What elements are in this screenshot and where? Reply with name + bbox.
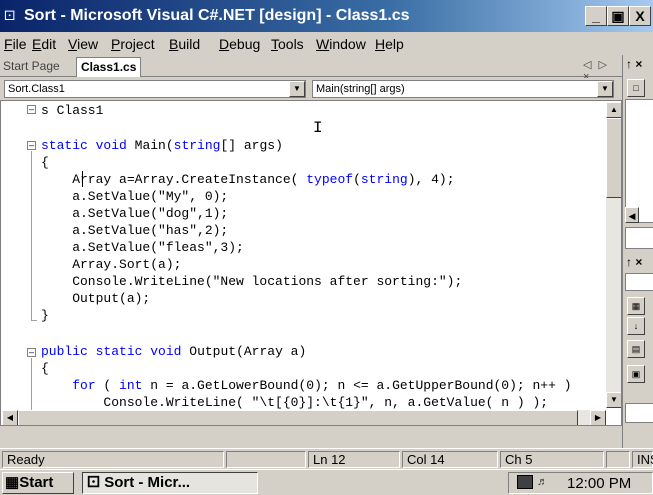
minimize-button[interactable]: _ bbox=[585, 6, 607, 26]
menu-debug[interactable]: Debug bbox=[219, 36, 260, 52]
document-tabs: Start Page Class1.cs ◁ ▷ × bbox=[0, 55, 622, 83]
code-line: a.SetValue("My", 0); bbox=[41, 189, 229, 204]
code-line: a.SetValue("fleas",3); bbox=[41, 240, 244, 255]
menu-file[interactable]: File bbox=[4, 36, 27, 52]
tool-window-pane: ↑ × □ ◀ ↑ × ▦ ↓ ▤ ▣ bbox=[622, 55, 653, 448]
text-caret bbox=[82, 171, 83, 187]
pin-close-buttons[interactable]: ↑ × bbox=[626, 57, 642, 71]
scroll-left-button[interactable]: ◀ bbox=[2, 410, 18, 425]
clock[interactable]: 12:00 PM bbox=[567, 475, 631, 492]
horizontal-scroll-thumb[interactable] bbox=[18, 410, 578, 425]
code-line: } bbox=[41, 308, 49, 323]
navigation-bar: Sort.Class1 ▼ Main(string[] args) ▼ bbox=[0, 78, 622, 100]
code-line: a.SetValue("dog",1); bbox=[41, 206, 229, 221]
class-dropdown-value: Sort.Class1 bbox=[8, 83, 65, 95]
code-line: { bbox=[41, 361, 49, 376]
scroll-up-button[interactable]: ▲ bbox=[606, 102, 621, 118]
status-char: Ch 5 bbox=[500, 451, 604, 468]
class-dropdown[interactable]: Sort.Class1 ▼ bbox=[4, 80, 306, 98]
status-mode: INS bbox=[632, 451, 653, 468]
menu-window[interactable]: Window bbox=[316, 36, 366, 52]
system-tray: ♬ 12:00 PM bbox=[508, 472, 653, 494]
code-line: Console.WriteLine("New locations after s… bbox=[41, 274, 463, 289]
vertical-scroll-thumb[interactable] bbox=[606, 118, 621, 198]
window-title: Sort - Microsoft Visual C#.NET [design] … bbox=[24, 7, 410, 24]
status-bar: Ready Ln 12 Col 14 Ch 5 INS bbox=[0, 448, 653, 468]
code-line: Output(a); bbox=[41, 291, 151, 306]
vertical-scrollbar[interactable]: ▲ ▼ bbox=[606, 102, 621, 408]
start-label: Start bbox=[19, 474, 54, 491]
code-line: public static void Output(Array a) bbox=[41, 344, 307, 359]
status-blank bbox=[606, 451, 630, 468]
menu-view[interactable]: View bbox=[68, 36, 98, 52]
toolbar-icon[interactable]: □ bbox=[627, 79, 645, 97]
member-dropdown-value: Main(string[] args) bbox=[316, 83, 405, 95]
horizontal-scrollbar[interactable]: ◀ ▶ bbox=[2, 410, 606, 425]
properties-grid[interactable] bbox=[625, 403, 653, 423]
scroll-down-button[interactable]: ▼ bbox=[606, 392, 621, 408]
status-line: Ln 12 bbox=[308, 451, 400, 468]
app-icon: ⚀ bbox=[4, 8, 16, 23]
code-line: for ( int n = a.GetLowerBound(0); n <= a… bbox=[72, 378, 572, 393]
title-bar: ⚀ Sort - Microsoft Visual C#.NET [design… bbox=[0, 0, 653, 32]
status-column: Col 14 bbox=[402, 451, 498, 468]
code-line: Array.Sort(a); bbox=[41, 257, 182, 272]
network-icon[interactable] bbox=[517, 475, 533, 489]
chevron-down-icon[interactable]: ▼ bbox=[289, 81, 305, 97]
menu-tools[interactable]: Tools bbox=[271, 36, 304, 52]
collapse-icon[interactable]: – bbox=[27, 105, 36, 114]
code-line: s Class1 bbox=[41, 103, 104, 118]
status-text: Ready bbox=[2, 451, 224, 468]
solution-explorer-tree[interactable] bbox=[625, 99, 653, 223]
menu-build[interactable]: Build bbox=[169, 36, 200, 52]
collapse-icon[interactable]: – bbox=[27, 141, 36, 150]
tab-start-page[interactable]: Start Page bbox=[3, 59, 60, 73]
properties-dropdown[interactable] bbox=[625, 273, 653, 291]
code-line: Array a=Array.CreateInstance( typeof(str… bbox=[41, 172, 455, 187]
alphabetical-icon[interactable]: ↓ bbox=[627, 317, 645, 335]
status-blank bbox=[226, 451, 306, 468]
chevron-down-icon[interactable]: ▼ bbox=[597, 81, 613, 97]
code-editor[interactable]: – – – s Class1 static void Main(string[]… bbox=[0, 100, 622, 426]
start-button[interactable]: ▦Start bbox=[2, 472, 74, 494]
ibeam-cursor-icon: I bbox=[313, 119, 323, 137]
code-line: a.SetValue("has",2); bbox=[41, 223, 229, 238]
volume-icon[interactable]: ♬ bbox=[537, 476, 548, 488]
tab-class1[interactable]: Class1.cs bbox=[76, 57, 142, 77]
menu-project[interactable]: Project bbox=[111, 36, 155, 52]
menu-edit[interactable]: Edit bbox=[32, 36, 56, 52]
collapse-icon[interactable]: – bbox=[27, 348, 36, 357]
member-dropdown[interactable]: Main(string[] args) ▼ bbox=[312, 80, 614, 98]
scroll-left-button[interactable]: ◀ bbox=[625, 207, 639, 223]
panel-field[interactable] bbox=[625, 227, 653, 249]
menu-bar: File Edit View Project Build Debug Tools… bbox=[0, 33, 653, 55]
properties-icon[interactable]: ▤ bbox=[627, 340, 645, 358]
scroll-right-button[interactable]: ▶ bbox=[590, 410, 606, 425]
code-line: { bbox=[41, 155, 49, 170]
menu-help[interactable]: Help bbox=[375, 36, 404, 52]
vs-icon: ⚀ bbox=[87, 474, 105, 491]
outline-guide-end bbox=[31, 320, 37, 321]
windows-logo-icon: ▦ bbox=[5, 474, 20, 491]
code-line: static void Main(string[] args) bbox=[41, 138, 283, 153]
taskbar-item-sort[interactable]: ⚀ Sort - Micr... bbox=[82, 472, 258, 494]
restore-button[interactable]: ▣ bbox=[607, 6, 629, 26]
pin-close-buttons[interactable]: ↑ × bbox=[626, 255, 642, 269]
property-pages-icon[interactable]: ▣ bbox=[627, 365, 645, 383]
code-line: Console.WriteLine( "\t[{0}]:\t{1}", n, a… bbox=[41, 395, 549, 410]
outline-guide bbox=[31, 151, 32, 321]
taskbar: ▦Start ⚀ Sort - Micr... ♬ 12:00 PM bbox=[0, 469, 653, 495]
close-button[interactable]: X bbox=[629, 6, 651, 26]
taskbar-item-label: Sort - Micr... bbox=[104, 474, 191, 491]
categorized-icon[interactable]: ▦ bbox=[627, 297, 645, 315]
